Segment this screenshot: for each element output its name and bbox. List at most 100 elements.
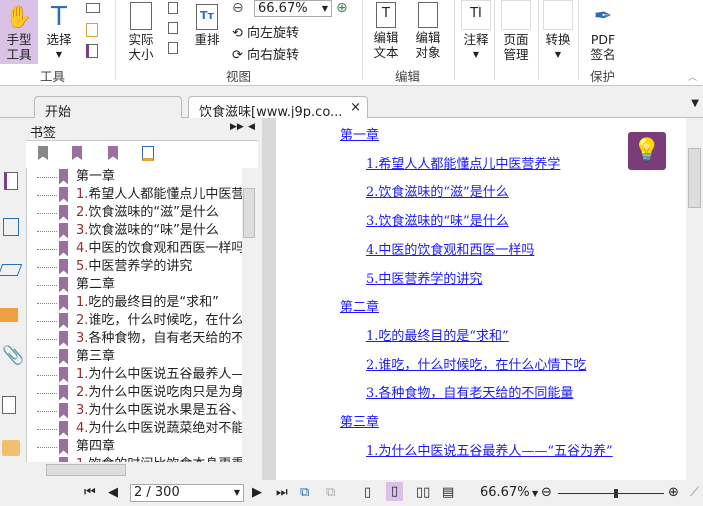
page-icon[interactable] [86, 44, 98, 58]
bookmark-item[interactable]: 第四章 [27, 438, 242, 456]
next-view-icon[interactable]: ⧉ [326, 485, 335, 500]
close-tab-icon[interactable]: × [350, 100, 361, 115]
edit-text-button[interactable]: T 编辑文本 [370, 2, 402, 60]
toc-section-link[interactable]: 1.为什么中医说五谷最养人——“五谷为养” [366, 440, 613, 459]
toc-section-link[interactable]: 3.饮食滋味的“味”是什么 [366, 210, 509, 229]
bookmark-item[interactable]: 1.为什么中医说五谷最养人——“五谷为养” [27, 366, 242, 384]
bookmark-item[interactable]: 2.为什么中医说吃肉只是为身体补益 [27, 384, 242, 402]
pages-stack-icon[interactable] [0, 264, 23, 276]
toc-section-link[interactable]: 2.饮食滋味的“滋”是什么 [366, 181, 509, 200]
zoom-level[interactable]: 66.67% [480, 485, 530, 500]
lock-icon[interactable] [2, 440, 20, 456]
annotate-icon: TI [461, 0, 491, 30]
toc-chapter-link[interactable]: 第三章 [340, 411, 379, 430]
facing-page-icon[interactable]: ▯▯ [416, 485, 430, 500]
rotate-left-icon: ⟲ [232, 26, 248, 41]
collapse-panel-icon[interactable]: ◀ [248, 122, 255, 132]
document-vscrollbar[interactable] [686, 118, 703, 480]
prev-page-icon[interactable]: ◀ [108, 485, 118, 500]
single-page-icon[interactable]: ▯ [364, 485, 371, 500]
zoom-out-status-icon[interactable]: ⊖ [541, 485, 552, 500]
bookmark-icon [59, 438, 68, 455]
bookmark-item[interactable]: 3.饮食滋味的“味”是什么 [27, 222, 242, 240]
zoom-out-icon[interactable]: ⊖ [232, 0, 244, 16]
bookmark-vscrollbar[interactable] [242, 168, 256, 462]
convert-button[interactable]: 转换 ▼ [542, 0, 574, 62]
fit-page-icon[interactable] [168, 2, 178, 14]
toc-section-link[interactable]: 4.中医的饮食观和西医一样吗 [366, 239, 534, 258]
bookmark-icon [59, 348, 68, 365]
toc-section-link[interactable]: 1.希望人人都能懂点儿中医营养学 [366, 153, 560, 172]
snapshot-icon[interactable] [86, 3, 100, 13]
bookmark-item[interactable]: 第三章 [27, 348, 242, 366]
toc-section-link[interactable]: 5.中医营养学的讲究 [366, 268, 482, 287]
previous-view-icon[interactable]: ⧉ [300, 485, 309, 500]
tab-list-dropdown-icon[interactable]: ▼ [691, 98, 699, 109]
annotate-button[interactable]: TI 注释 ▼ [460, 0, 492, 62]
bookmark-item[interactable]: 第一章 [27, 168, 242, 186]
comments-icon[interactable] [0, 308, 18, 322]
clipboard-icon[interactable] [86, 23, 98, 37]
group-tools-label: 工具 [40, 69, 66, 84]
bookmark-icon [59, 384, 68, 401]
zoom-in-icon[interactable]: ⊕ [336, 0, 348, 16]
edit-object-button[interactable]: 编辑对象 [410, 2, 446, 60]
bookmarks-title: 书签 [30, 126, 57, 141]
bookmark-item[interactable]: 2.饮食滋味的“滋”是什么 [27, 204, 242, 222]
bookmark-icon [59, 402, 68, 419]
bookmark-item[interactable]: 4.为什么中医说蔬菜绝对不能当主食 [27, 420, 242, 438]
bookmark-item[interactable]: 第二章 [27, 276, 242, 294]
rotate-left-button[interactable]: ⟲ 向左旋转 [232, 22, 299, 41]
tab-document[interactable]: 饮食滋味[www.j9p.co... × [188, 96, 368, 120]
fit-visible-icon[interactable] [168, 42, 178, 54]
bookmark-properties-icon[interactable] [142, 146, 154, 161]
zoom-dropdown-icon[interactable]: ▼ [532, 489, 538, 498]
reflow-button[interactable]: Tт 重排 [192, 4, 222, 47]
rotate-right-button[interactable]: ⟳ 向右旋转 [232, 44, 299, 63]
pdf-sign-button[interactable]: ✒ PDF签名 [586, 2, 620, 62]
toc-section-link[interactable]: 3.各种食物，自有老天给的不同能量 [366, 382, 573, 401]
first-page-icon[interactable]: ⏮ [84, 485, 96, 500]
bookmark-item[interactable]: 1.希望人人都能懂点儿中医营养学 [27, 186, 242, 204]
select-button[interactable]: T 选择 ▼ [42, 2, 76, 62]
bookmark-item[interactable]: 3.为什么中医说水果是五谷、五畜的辅助 [27, 402, 242, 420]
toc-section-link[interactable]: 1.吃的最终目的是“求和” [366, 325, 509, 344]
tab-bar: 开始 饮食滋味[www.j9p.co... × ▼ [0, 86, 703, 120]
page-number-input[interactable]: 2 / 300 ▼ [130, 484, 244, 502]
expand-panel-icon[interactable]: ▶▶ [230, 122, 244, 132]
bookmark-icon [59, 420, 68, 437]
bookmark-hscrollbar[interactable] [26, 462, 242, 478]
bookmark-item[interactable]: 5.中医营养学的讲究 [27, 258, 242, 276]
zoom-in-status-icon[interactable]: ⊕ [668, 485, 679, 500]
bookmark-item[interactable]: 1.吃的最终目的是“求和” [27, 294, 242, 312]
actual-size-button[interactable]: 实际大小 [124, 2, 158, 62]
collapse-ribbon-icon[interactable]: ︿ [688, 70, 697, 83]
panel-splitter[interactable] [262, 118, 276, 480]
toc-chapter-link[interactable]: 第一章 [340, 124, 379, 143]
zoom-select[interactable]: 66.67% ▼ [254, 0, 332, 17]
layers-icon[interactable] [3, 218, 19, 236]
bookmark-item[interactable]: 2.谁吃，什么时候吃，在什么心情下吃 [27, 312, 242, 330]
bookmark-item[interactable]: 3.各种食物，自有老天给的不同能量 [27, 330, 242, 348]
toc-section-link[interactable]: 2.谁吃，什么时候吃，在什么心情下吃 [366, 354, 586, 373]
bookmark-item[interactable]: 4.中医的饮食观和西医一样吗 [27, 240, 242, 258]
page-thumbnails-icon[interactable] [4, 172, 18, 190]
bookmark-icon [59, 168, 68, 185]
fit-width-icon[interactable] [168, 22, 178, 34]
group-edit-label: 编辑 [395, 69, 421, 84]
last-page-icon[interactable]: ⏭ [276, 485, 288, 500]
resize-grip-icon[interactable]: ⟋ [690, 485, 699, 500]
page-manage-button[interactable]: 页面管理 [498, 0, 534, 62]
zoom-slider[interactable] [558, 489, 664, 498]
tips-lightbulb-button[interactable]: 💡 [628, 132, 666, 170]
tab-start[interactable]: 开始 [34, 96, 182, 120]
bookmarks-panel: 书签 ▶▶ ◀ 第一章1.希望人人都能懂点儿中医营养学2.饮食滋味的“滋”是什么… [26, 118, 262, 480]
hand-tool-button[interactable]: ✋ 手型工具 [0, 0, 38, 64]
continuous-facing-icon[interactable]: ▤ [442, 485, 454, 500]
signature-icon[interactable] [2, 396, 16, 414]
status-bar: ⏮ ◀ 2 / 300 ▼ ▶ ⏭ ⧉ ⧉ ▯ ▯ ▯▯ ▤ 66.67% ▼ ⊖… [0, 480, 703, 506]
continuous-page-icon[interactable]: ▯ [386, 482, 404, 501]
toc-chapter-link[interactable]: 第二章 [340, 296, 379, 315]
next-page-icon[interactable]: ▶ [252, 485, 262, 500]
attachment-icon[interactable]: 📎 [2, 345, 24, 366]
